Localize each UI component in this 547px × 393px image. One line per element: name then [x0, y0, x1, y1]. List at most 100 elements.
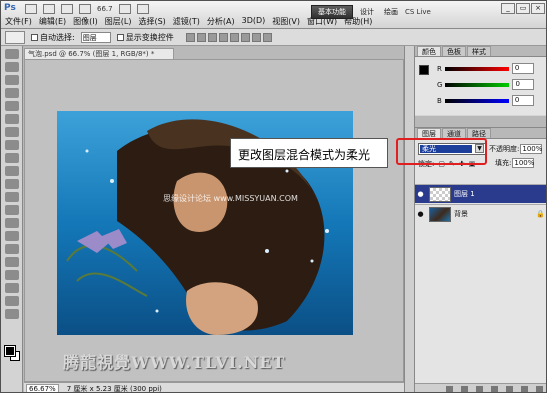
- layer-name[interactable]: 图层 1: [454, 189, 475, 199]
- green-slider[interactable]: [445, 82, 510, 87]
- zoom-level-field[interactable]: 66.7: [97, 5, 113, 13]
- layer-mask-icon[interactable]: [476, 386, 483, 392]
- show-transform-option[interactable]: 显示变换控件: [116, 32, 174, 43]
- bridge-icon[interactable]: [25, 4, 37, 14]
- fill-field[interactable]: 100%: [512, 158, 534, 168]
- green-channel-row: G 0: [437, 79, 535, 90]
- dodge-tool-icon[interactable]: [4, 218, 19, 228]
- tab-swatches[interactable]: 色板: [442, 46, 466, 56]
- adjustments-panel-collapsed[interactable]: [415, 116, 546, 128]
- link-layers-icon[interactable]: [446, 386, 453, 392]
- adjustment-layer-icon[interactable]: [491, 386, 498, 392]
- screen-mode-icon[interactable]: [136, 4, 149, 14]
- photoshop-logo: Ps: [4, 3, 16, 13]
- color-panel: 颜色 色板 样式 R 0 G 0 B 0: [415, 46, 546, 116]
- workspace-essentials-button[interactable]: 基本功能: [311, 5, 353, 19]
- document-info[interactable]: 7 厘米 x 5.23 厘米 (300 ppi): [67, 384, 162, 393]
- distribute-h-icon[interactable]: [262, 32, 272, 42]
- red-value-field[interactable]: 0: [511, 63, 534, 74]
- menu-edit[interactable]: 编辑(E): [39, 16, 66, 27]
- align-left-icon[interactable]: [218, 32, 228, 42]
- 3d-rotate-tool-icon[interactable]: [4, 283, 19, 293]
- hand-tool-icon[interactable]: [61, 4, 73, 14]
- brush-tool-icon[interactable]: [4, 140, 19, 150]
- opacity-field[interactable]: 100%: [520, 144, 542, 154]
- green-value-field[interactable]: 0: [512, 79, 535, 90]
- gradient-tool-icon[interactable]: [4, 192, 19, 202]
- show-transform-checkbox[interactable]: [116, 33, 124, 41]
- document-tab[interactable]: 气泡.psd @ 66.7% (图层 1, RGB/8*) *: [24, 48, 174, 59]
- align-hcenter-icon[interactable]: [229, 32, 239, 42]
- align-vcenter-icon[interactable]: [196, 32, 206, 42]
- tab-channels[interactable]: 通道: [442, 128, 466, 138]
- auto-select-checkbox[interactable]: [31, 33, 38, 41]
- tools-panel: [1, 46, 23, 392]
- workspace-painting-button[interactable]: 绘画: [381, 6, 401, 18]
- menu-view[interactable]: 视图(V): [272, 16, 300, 27]
- menu-layer[interactable]: 图层(L): [105, 16, 132, 27]
- marquee-tool-icon[interactable]: [4, 62, 19, 72]
- arrange-documents-icon[interactable]: [118, 4, 131, 14]
- blue-value-field[interactable]: 0: [511, 95, 534, 106]
- type-tool-icon[interactable]: [4, 244, 19, 254]
- blur-tool-icon[interactable]: [4, 205, 19, 215]
- minimize-button[interactable]: _: [501, 3, 515, 14]
- tab-color[interactable]: 颜色: [417, 46, 441, 56]
- close-button[interactable]: ×: [531, 3, 545, 14]
- tool-preset-picker[interactable]: [5, 30, 25, 44]
- zoom-tool-icon[interactable]: [4, 309, 19, 319]
- tab-layers[interactable]: 图层: [417, 128, 441, 138]
- site-watermark: 思缘设计论坛 www.MISSYUAN.COM: [163, 194, 298, 203]
- menu-3d[interactable]: 3D(D): [242, 16, 266, 27]
- menu-select[interactable]: 选择(S): [138, 16, 165, 27]
- align-bottom-icon[interactable]: [207, 32, 217, 42]
- eraser-tool-icon[interactable]: [4, 179, 19, 189]
- new-layer-icon[interactable]: [521, 386, 528, 392]
- tab-paths[interactable]: 路径: [467, 128, 491, 138]
- foreground-color-swatch[interactable]: [4, 345, 16, 357]
- distribute-icon[interactable]: [251, 32, 261, 42]
- auto-select-option[interactable]: 自动选择:: [31, 32, 75, 43]
- lasso-tool-icon[interactable]: [4, 75, 19, 85]
- menu-file[interactable]: 文件(F): [5, 16, 32, 27]
- layer-thumbnail: [429, 186, 451, 202]
- layer-style-icon[interactable]: [461, 386, 468, 392]
- maximize-button[interactable]: ▭: [516, 3, 530, 14]
- menu-filter[interactable]: 滤镜(T): [173, 16, 200, 27]
- cs-live-button[interactable]: CS Live: [405, 8, 431, 16]
- lock-icon: 🔒: [536, 210, 545, 218]
- status-zoom-field[interactable]: 66.67%: [26, 383, 59, 392]
- align-right-icon[interactable]: [240, 32, 250, 42]
- path-select-tool-icon[interactable]: [4, 257, 19, 267]
- tab-styles[interactable]: 样式: [467, 46, 491, 56]
- eye-icon[interactable]: ●: [415, 190, 426, 198]
- move-tool-icon[interactable]: [4, 49, 19, 59]
- workspace-design-button[interactable]: 设计: [357, 6, 377, 18]
- hand-tool-icon[interactable]: [4, 296, 19, 306]
- red-slider[interactable]: [444, 66, 509, 71]
- layer-row-background[interactable]: ● 背景 🔒: [415, 204, 546, 223]
- layer-row-selected[interactable]: ● 图层 1: [415, 184, 546, 203]
- minibridge-icon[interactable]: [43, 4, 55, 14]
- clone-stamp-tool-icon[interactable]: [4, 153, 19, 163]
- quick-select-tool-icon[interactable]: [4, 88, 19, 98]
- document-canvas[interactable]: [24, 59, 404, 382]
- pen-tool-icon[interactable]: [4, 231, 19, 241]
- auto-select-dropdown[interactable]: 图层: [80, 31, 111, 43]
- history-brush-tool-icon[interactable]: [4, 166, 19, 176]
- shape-tool-icon[interactable]: [4, 270, 19, 280]
- zoom-tool-icon[interactable]: [79, 4, 91, 14]
- align-top-icon[interactable]: [185, 32, 195, 42]
- eye-icon[interactable]: ●: [415, 210, 426, 218]
- eyedropper-tool-icon[interactable]: [4, 114, 19, 124]
- menu-image[interactable]: 图像(I): [73, 16, 98, 27]
- crop-tool-icon[interactable]: [4, 101, 19, 111]
- blue-slider[interactable]: [444, 98, 509, 103]
- menu-analysis[interactable]: 分析(A): [207, 16, 235, 27]
- delete-layer-icon[interactable]: [536, 386, 543, 392]
- layer-name[interactable]: 背景: [454, 209, 468, 219]
- healing-brush-tool-icon[interactable]: [4, 127, 19, 137]
- opacity-label: 不透明度:: [489, 145, 520, 153]
- new-group-icon[interactable]: [506, 386, 513, 392]
- foreground-color-preview[interactable]: [419, 65, 429, 75]
